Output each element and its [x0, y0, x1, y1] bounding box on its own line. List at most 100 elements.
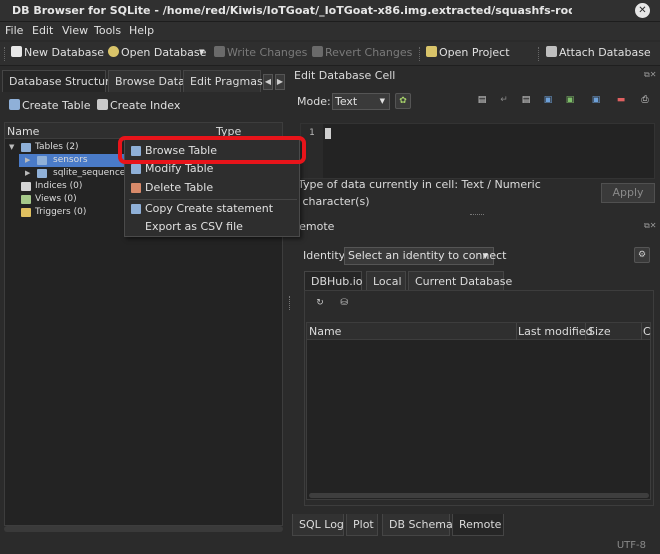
column-header-commit[interactable]: C	[643, 325, 651, 338]
auto-switch-mode-icon[interactable]: ✿	[395, 93, 411, 109]
remote-table-header: Name Last modified Size C	[307, 323, 651, 340]
view-icon	[21, 195, 31, 204]
dock-splitter-handle[interactable]	[470, 214, 484, 216]
tree-item-triggers[interactable]: Triggers (0)	[5, 206, 125, 219]
create-index-button[interactable]: Create Index	[97, 99, 180, 115]
close-window-button[interactable]: ✕	[635, 3, 650, 18]
collapse-arrow-icon[interactable]: ▼	[9, 143, 14, 151]
open-database-dropdown-icon[interactable]: ▼	[199, 48, 204, 64]
index-icon	[21, 182, 31, 191]
column-divider[interactable]	[585, 323, 586, 340]
column-divider[interactable]	[516, 323, 517, 340]
menu-tools[interactable]: Tools	[94, 24, 121, 37]
column-header-name[interactable]: Name	[7, 125, 39, 138]
print-icon[interactable]: ⎙	[637, 93, 653, 109]
chevron-down-icon: ▼	[379, 97, 385, 105]
right-dock-area: Edit Database Cell ⧉✕ Mode: Text ▼ ✿ ▤ ↵…	[292, 68, 660, 554]
tree-item-label: Tables (2)	[35, 142, 79, 152]
tab-plot[interactable]: Plot	[346, 514, 378, 536]
tree-item-tables[interactable]: ▼ Tables (2)	[5, 141, 125, 154]
toolbar-separator	[538, 47, 540, 61]
tab-scroll-right-icon[interactable]: ▶	[275, 74, 285, 90]
tab-local[interactable]: Local	[366, 271, 406, 290]
expand-arrow-icon[interactable]: ▶	[25, 156, 30, 164]
set-null-icon[interactable]: ▣	[540, 93, 556, 109]
remote-database-table[interactable]: Name Last modified Size C	[306, 322, 651, 500]
delete-icon[interactable]: ▬	[613, 93, 629, 109]
import-file-icon[interactable]: ▤	[474, 93, 490, 109]
copy-icon	[131, 204, 141, 214]
refresh-icon[interactable]: ↻	[312, 296, 328, 312]
tab-current-database[interactable]: Current Database	[408, 271, 512, 290]
toolbar-grip	[4, 47, 6, 61]
dock-float-close-icon[interactable]: ⧉✕	[644, 221, 656, 231]
revert-changes-label: Revert Changes	[325, 46, 413, 59]
menu-item-export-csv[interactable]: Export as CSV file	[125, 218, 299, 236]
expand-arrow-icon[interactable]: ▶	[25, 169, 30, 177]
new-database-button[interactable]: New Database	[11, 46, 104, 62]
schema-tree-hscrollbar[interactable]	[4, 526, 283, 532]
window-titlebar: DB Browser for SQLite - /home/red/Kiwis/…	[0, 0, 660, 22]
attach-database-button[interactable]: Attach Database	[546, 46, 651, 62]
window-title: DB Browser for SQLite - /home/red/Kiwis/…	[12, 4, 572, 17]
structure-toolbar: Create Table Create Index	[0, 94, 287, 118]
tab-remote[interactable]: Remote	[452, 514, 504, 536]
highlight-annotation	[118, 136, 306, 164]
tree-item-views[interactable]: Views (0)	[5, 193, 125, 206]
apply-button[interactable]: Apply	[601, 183, 655, 203]
column-header-last-modified[interactable]: Last modified	[518, 325, 593, 338]
menu-item-label: Copy Create statement	[145, 202, 274, 215]
menubar: File Edit View Tools Help	[0, 22, 660, 40]
mode-label: Mode:	[297, 95, 331, 108]
column-header-size[interactable]: Size	[588, 325, 611, 338]
remote-table-hscrollbar[interactable]	[309, 493, 649, 498]
modify-table-icon	[131, 164, 141, 174]
dock-float-close-icon[interactable]: ⧉✕	[644, 70, 656, 80]
menu-edit[interactable]: Edit	[32, 24, 53, 37]
main-toolbar: New Database Open Database ▼ Write Chang…	[0, 42, 660, 66]
tab-dbhub[interactable]: DBHub.io	[304, 271, 363, 290]
table-icon	[37, 156, 47, 165]
chevron-down-icon: ▼	[482, 252, 488, 260]
write-changes-button[interactable]: Write Changes	[214, 46, 307, 62]
open-project-icon	[426, 46, 437, 57]
menu-help[interactable]: Help	[129, 24, 154, 37]
menu-item-delete-table[interactable]: Delete Table	[125, 179, 299, 197]
create-index-label: Create Index	[110, 99, 181, 112]
menu-view[interactable]: View	[62, 24, 88, 37]
copy-icon[interactable]: ▣	[562, 93, 578, 109]
column-header-name[interactable]: Name	[309, 325, 341, 338]
cell-editor[interactable]: 1	[300, 123, 655, 179]
create-table-button[interactable]: Create Table	[9, 99, 91, 115]
tab-edit-pragmas[interactable]: Edit Pragmas	[183, 70, 263, 92]
mode-value: Text	[335, 95, 358, 108]
open-database-button[interactable]: Open Database	[108, 46, 206, 62]
menu-item-copy-create-statement[interactable]: Copy Create statement	[125, 200, 299, 218]
column-divider[interactable]	[641, 323, 642, 340]
identity-label: Identity	[303, 249, 346, 262]
open-project-button[interactable]: Open Project	[426, 46, 510, 62]
tab-scroll-left-icon[interactable]: ◀	[263, 74, 273, 90]
open-project-label: Open Project	[439, 46, 510, 59]
cell-size-info: 0 character(s)	[292, 195, 370, 208]
tree-item-indices[interactable]: Indices (0)	[5, 180, 125, 193]
tab-database-structure[interactable]: Database Structure	[2, 70, 116, 92]
revert-changes-button[interactable]: Revert Changes	[312, 46, 412, 62]
text-cursor	[325, 128, 331, 139]
identity-select[interactable]: Select an identity to connect ▼	[344, 247, 507, 265]
clone-database-icon[interactable]: ⛁	[336, 296, 352, 312]
create-index-icon	[97, 99, 108, 110]
mode-select[interactable]: Text ▼	[332, 93, 390, 110]
word-wrap-icon[interactable]: ↵	[496, 93, 512, 109]
export-file-icon[interactable]: ▤	[518, 93, 534, 109]
write-changes-icon	[214, 46, 225, 57]
tab-sql-log[interactable]: SQL Log	[292, 514, 344, 536]
trigger-icon	[21, 208, 31, 217]
tab-db-schema[interactable]: DB Schema	[382, 514, 453, 536]
save-icon[interactable]: ▣	[588, 93, 604, 109]
tab-browse-data[interactable]: Browse Data	[108, 70, 185, 92]
menu-file[interactable]: File	[5, 24, 23, 37]
table-icon	[37, 169, 47, 178]
identity-settings-icon[interactable]: ⚙	[634, 247, 650, 263]
dock-splitter-handle[interactable]	[289, 296, 291, 310]
